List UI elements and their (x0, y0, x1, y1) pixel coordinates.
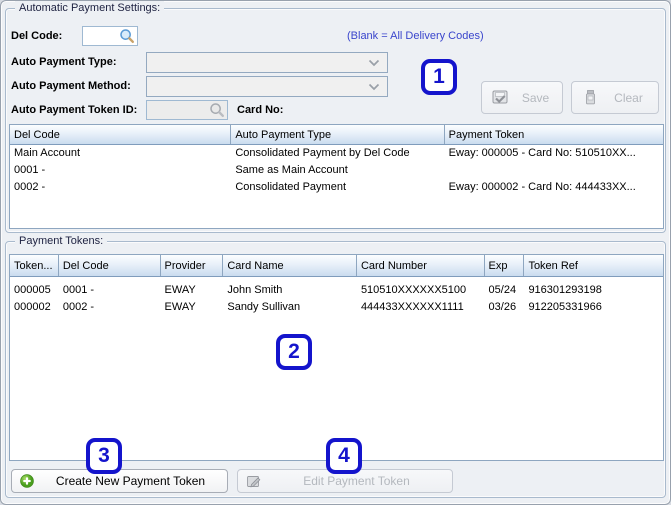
cell-token-id: 000005 (14, 284, 51, 296)
auto-payment-type-select[interactable] (146, 52, 388, 73)
cell-exp: 05/24 (488, 284, 517, 296)
cell-auto-payment-type: Consolidated Payment by Del Code (235, 147, 410, 159)
cell-del-code: 0002 - (14, 181, 46, 193)
chevron-down-icon (368, 83, 380, 91)
column-header-auto-payment-type[interactable]: Auto Payment Type (231, 125, 445, 144)
column-header-token-ref[interactable]: Token Ref (524, 255, 663, 276)
cell-del-code: 0002 - (62, 301, 95, 313)
column-header-provider[interactable]: Provider (161, 255, 224, 276)
auto-payment-method-select[interactable] (146, 76, 388, 97)
table-row[interactable]: 0001 - Same as Main Account (10, 162, 663, 179)
settings-group-title: Automatic Payment Settings: (15, 1, 165, 15)
create-new-payment-token-label: Create New Payment Token (55, 474, 206, 488)
edit-payment-token-label: Edit Payment Token (303, 474, 410, 488)
search-icon-disabled (209, 102, 225, 118)
cell-del-code: 0001 - (62, 284, 95, 296)
chevron-down-icon (368, 59, 380, 67)
edit-pencil-icon (246, 474, 261, 489)
del-code-label: Del Code: (11, 30, 63, 42)
cell-del-code: 0001 - (14, 164, 46, 176)
column-header-token-id[interactable]: Token... (10, 255, 59, 276)
eraser-icon (582, 89, 599, 106)
cell-token-id: 000002 (14, 301, 51, 313)
cell-card-number: 510510XXXXXX5100 (360, 284, 467, 296)
annotation-badge-4: 4 (326, 438, 362, 474)
annotation-badge-3: 3 (86, 438, 122, 474)
cell-del-code: Main Account (14, 147, 81, 159)
payment-tokens-grid: Token... Del Code Provider Card Name Car… (9, 254, 664, 461)
column-header-exp[interactable]: Exp (485, 255, 525, 276)
cell-provider: EWAY (164, 301, 196, 313)
auto-payment-method-label: Auto Payment Method: (11, 80, 131, 92)
save-button-label: Save (521, 90, 550, 105)
cell-token-ref: 916301293198 (528, 284, 602, 296)
cell-card-number: 444433XXXXXX1111 (360, 301, 464, 313)
auto-payment-type-label: Auto Payment Type: (11, 56, 117, 68)
del-code-input[interactable] (82, 26, 138, 46)
save-button[interactable]: Save (481, 81, 563, 114)
search-icon[interactable] (119, 28, 135, 44)
payment-tokens-group-title: Payment Tokens: (15, 234, 108, 248)
cell-provider: EWAY (164, 284, 196, 296)
column-header-card-number[interactable]: Card Number (357, 255, 485, 276)
auto-payment-token-id-input[interactable] (146, 100, 228, 120)
column-header-del-code[interactable]: Del Code (59, 255, 161, 276)
cell-payment-token: Eway: 000005 - Card No: 510510XX... (448, 147, 636, 159)
auto-payment-token-id-label: Auto Payment Token ID: (11, 104, 138, 116)
cell-auto-payment-type: Consolidated Payment (235, 181, 347, 193)
cell-card-name: John Smith (227, 284, 283, 296)
auto-payment-summary-grid: Del Code Auto Payment Type Payment Token… (9, 124, 664, 229)
card-no-label: Card No: (237, 104, 284, 116)
column-header-payment-token[interactable]: Payment Token (445, 125, 663, 144)
annotation-badge-1: 1 (421, 59, 457, 95)
clear-button[interactable]: Clear (571, 81, 659, 114)
column-header-del-code[interactable]: Del Code (10, 125, 232, 144)
green-plus-icon (20, 474, 34, 488)
clear-button-label: Clear (614, 90, 643, 105)
cell-payment-token (445, 162, 663, 179)
table-row[interactable]: 000002 0002 - EWAY Sandy Sullivan 444433… (10, 299, 663, 316)
cell-payment-token: Eway: 000002 - Card No: 444433XX... (448, 181, 636, 193)
column-header-card-name[interactable]: Card Name (223, 255, 357, 276)
save-disk-icon (492, 89, 509, 106)
table-row[interactable]: 0002 - Consolidated Payment Eway: 000002… (10, 179, 663, 196)
cell-card-name: Sandy Sullivan (227, 301, 301, 313)
table-row[interactable]: Main Account Consolidated Payment by Del… (10, 145, 663, 162)
cell-token-ref: 912205331966 (528, 301, 602, 313)
blank-note: (Blank = All Delivery Codes) (347, 30, 484, 42)
automatic-payment-settings-panel: Automatic Payment Settings: Del Code: (B… (0, 0, 671, 505)
create-new-payment-token-button[interactable]: Create New Payment Token (11, 469, 228, 493)
cell-auto-payment-type: Same as Main Account (235, 164, 348, 176)
cell-exp: 03/26 (488, 301, 517, 313)
annotation-badge-2: 2 (276, 334, 312, 370)
table-row[interactable]: 000005 0001 - EWAY John Smith 510510XXXX… (10, 282, 663, 299)
